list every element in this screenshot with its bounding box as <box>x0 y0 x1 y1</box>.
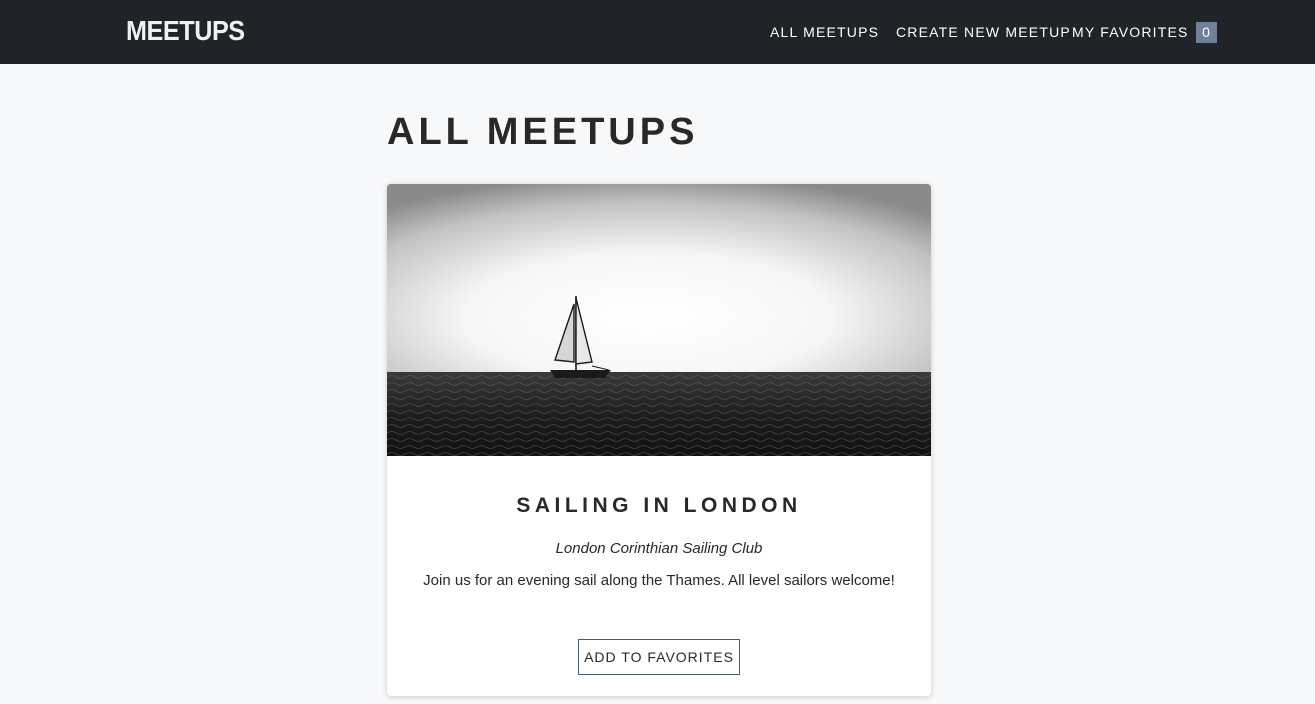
meetup-title: SAILING IN LONDON <box>516 494 802 517</box>
nav-create-new-meetup[interactable]: CREATE NEW MEETUP <box>896 0 1071 64</box>
favorites-count-badge: 0 <box>1195 21 1217 43</box>
meetup-image-sailboat <box>387 184 931 456</box>
nav-all-meetups[interactable]: ALL MEETUPS <box>770 0 879 64</box>
top-header: MEETUPS ALL MEETUPS CREATE NEW MEETUP MY… <box>0 0 1315 64</box>
nav-create-new-meetup-label: CREATE NEW MEETUP <box>896 24 1071 40</box>
meetup-card: SAILING IN LONDON London Corinthian Sail… <box>387 184 931 696</box>
nav-all-meetups-label: ALL MEETUPS <box>770 24 880 40</box>
nav-my-favorites[interactable]: MY FAVORITES 0 <box>1072 0 1217 64</box>
site-logo[interactable]: MEETUPS <box>126 14 245 48</box>
page-title: ALL MEETUPS <box>387 111 699 153</box>
meetup-description: Join us for an evening sail along the Th… <box>423 572 895 589</box>
meetup-address: London Corinthian Sailing Club <box>555 540 763 557</box>
add-to-favorites-button[interactable]: ADD TO FAVORITES <box>578 639 740 675</box>
nav-my-favorites-label: MY FAVORITES <box>1072 24 1189 40</box>
